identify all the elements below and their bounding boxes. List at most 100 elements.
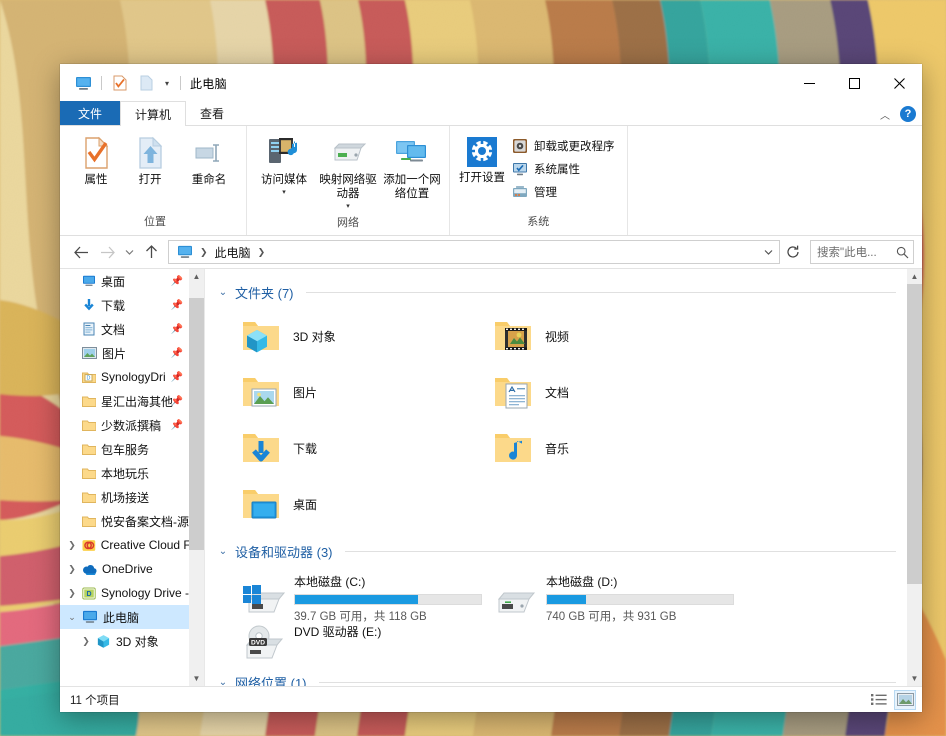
ribbon-button-add-network-location[interactable]: 添加一个网络位置 (381, 132, 443, 205)
sidebar-item-airport-transfer[interactable]: 机场接送 (60, 485, 189, 509)
breadcrumb-this-pc-icon[interactable] (174, 245, 196, 259)
chevron-right-icon[interactable]: ❯ (66, 540, 78, 551)
sidebar-item-synology-drive-folder[interactable]: D SynologyDri 📌 (60, 365, 189, 389)
pin-icon[interactable]: 📌 (171, 276, 183, 287)
sidebar-item-xinghui[interactable]: 星汇出海其他 📌 (60, 389, 189, 413)
search-input[interactable]: 搜索"此电... (810, 240, 914, 264)
sidebar-item-this-pc[interactable]: ⌄ 此电脑 (60, 605, 189, 629)
help-icon[interactable]: ? (900, 106, 916, 122)
back-button[interactable] (68, 239, 94, 265)
list-item[interactable]: 本地磁盘 (D:) 740 GB 可用，共 931 GB (487, 567, 739, 623)
sidebar-item-local-fun[interactable]: 本地玩乐 (60, 461, 189, 485)
list-item[interactable]: 下载 (235, 420, 487, 476)
chevron-right-icon[interactable]: ❯ (66, 564, 78, 575)
sidebar-item-label: 包车服务 (101, 442, 150, 457)
pin-icon[interactable]: 📌 (171, 372, 183, 383)
chevron-down-icon[interactable]: ▾ (282, 189, 286, 196)
pin-icon[interactable]: 📌 (171, 324, 183, 335)
up-button[interactable] (138, 239, 164, 265)
sidebar-item-downloads[interactable]: 下载 📌 (60, 293, 189, 317)
sidebar-item-sspai[interactable]: 少数派撰稿 📌 (60, 413, 189, 437)
scroll-down-arrow-icon[interactable]: ▼ (907, 671, 922, 686)
refresh-button[interactable] (781, 240, 805, 264)
recent-locations-button[interactable] (120, 239, 138, 265)
chevron-up-icon[interactable]: ︿ (880, 107, 890, 122)
chevron-down-icon[interactable]: ⌄ (217, 546, 229, 557)
content-pane-scrollbar[interactable]: ▲ ▼ (907, 269, 922, 686)
ribbon-button-manage[interactable]: 管理 (510, 182, 621, 202)
chevron-down-icon[interactable]: ⌄ (217, 287, 229, 298)
address-chevron-down-icon[interactable] (757, 241, 779, 263)
tab-view[interactable]: 查看 (186, 101, 238, 125)
ribbon-button-rename[interactable]: 重命名 (178, 132, 240, 191)
ribbon-button-properties[interactable]: 属性 (70, 132, 122, 191)
navigation-pane: 桌面 📌 下载 📌 文档 📌 图片 📌 D SynologyDri 📌 星汇出海… (60, 269, 205, 686)
list-item[interactable]: 3D 对象 (235, 308, 487, 364)
ribbon-button-open[interactable]: 打开 (124, 132, 176, 191)
sidebar-item-charter-service[interactable]: 包车服务 (60, 437, 189, 461)
scroll-down-arrow-icon[interactable]: ▼ (189, 671, 204, 686)
address-bar[interactable]: ❯ 此电脑 ❯ (168, 240, 780, 264)
chevron-right-icon[interactable]: ❯ (66, 588, 78, 599)
forward-button[interactable] (94, 239, 120, 265)
sidebar-item-yuean-docs[interactable]: 悦安备案文档-源 (60, 509, 189, 533)
chevron-down-icon[interactable]: ⌄ (66, 612, 78, 623)
title-bar: ▾ 此电脑 (60, 64, 922, 102)
new-folder-icon[interactable] (133, 71, 159, 95)
sidebar-item-creative-cloud[interactable]: ❯ Creative Cloud F (60, 533, 189, 557)
chevron-down-icon[interactable]: ⌄ (217, 677, 229, 686)
scrollbar-thumb[interactable] (189, 298, 204, 550)
details-view-button[interactable] (868, 690, 890, 710)
sidebar-item-3d-objects[interactable]: ❯ 3D 对象 (60, 629, 189, 653)
list-item[interactable]: 文档 (487, 364, 739, 420)
chevron-down-icon[interactable]: ▾ (346, 203, 350, 210)
ribbon-group-system-label: 系统 (527, 216, 550, 228)
ribbon-button-media-server[interactable]: 访问媒体 ▾ (253, 132, 315, 200)
ribbon-button-system-properties[interactable]: 系统属性 (510, 159, 621, 179)
list-item[interactable]: 本地磁盘 (C:) 39.7 GB 可用，共 118 GB (235, 567, 487, 623)
dvd-drive-icon: DVD (245, 625, 284, 659)
ribbon-button-uninstall-program[interactable]: 卸载或更改程序 (510, 136, 621, 156)
ribbon-button-open-settings[interactable]: 打开设置 (456, 132, 508, 189)
large-icons-view-button[interactable] (894, 689, 916, 710)
breadcrumb-this-pc[interactable]: 此电脑 (212, 244, 254, 261)
group-header-network[interactable]: ⌄ 网络位置 (1) (213, 669, 906, 686)
sidebar-item-synology-drive[interactable]: ❯ D Synology Drive - (60, 581, 189, 605)
breadcrumb-separator-2[interactable]: ❯ (254, 247, 270, 258)
maximize-button[interactable] (832, 64, 877, 102)
scroll-up-arrow-icon[interactable]: ▲ (907, 269, 922, 284)
tab-computer[interactable]: 计算机 (120, 101, 187, 126)
group-header-folders[interactable]: ⌄ 文件夹 (7) (213, 279, 906, 306)
this-pc-icon[interactable] (70, 71, 96, 95)
list-item[interactable]: 桌面 (235, 476, 487, 532)
navigation-pane-scrollbar[interactable]: ▲ ▼ (189, 269, 204, 686)
sidebar-item-desktop[interactable]: 桌面 📌 (60, 269, 189, 293)
pictures-folder-icon (243, 378, 279, 407)
list-item[interactable]: 音乐 (487, 420, 739, 476)
sidebar-item-onedrive[interactable]: ❯ OneDrive (60, 557, 189, 581)
scrollbar-thumb[interactable] (907, 284, 922, 584)
ribbon-button-map-network-drive[interactable]: 映射网络驱动器 ▾ (317, 132, 379, 214)
list-item[interactable]: DVD DVD 驱动器 (E:) (235, 619, 487, 667)
chevron-down-icon[interactable]: ▾ (159, 72, 175, 94)
caption-buttons (787, 64, 922, 102)
sidebar-item-pictures[interactable]: 图片 📌 (60, 341, 189, 365)
pin-icon[interactable]: 📌 (171, 348, 183, 359)
group-header-devices[interactable]: ⌄ 设备和驱动器 (3) (213, 538, 906, 565)
breadcrumb-separator[interactable]: ❯ (196, 247, 212, 258)
pin-icon[interactable]: 📌 (171, 300, 183, 311)
close-button[interactable] (877, 64, 922, 102)
chevron-right-icon[interactable]: ❯ (80, 636, 92, 647)
pin-icon[interactable]: 📌 (171, 420, 183, 431)
sidebar-item-documents[interactable]: 文档 📌 (60, 317, 189, 341)
pin-icon[interactable]: 📌 (171, 396, 183, 407)
navigation-bar: ❯ 此电脑 ❯ 搜索"此电... (60, 236, 922, 268)
minimize-button[interactable] (787, 64, 832, 102)
list-item[interactable]: 图片 (235, 364, 487, 420)
scroll-up-arrow-icon[interactable]: ▲ (189, 269, 204, 284)
properties-icon[interactable] (107, 71, 133, 95)
tab-file[interactable]: 文件 (60, 101, 121, 125)
scrollbar-track[interactable] (189, 284, 204, 671)
list-item[interactable]: 视频 (487, 308, 739, 364)
scrollbar-track[interactable] (907, 284, 922, 671)
